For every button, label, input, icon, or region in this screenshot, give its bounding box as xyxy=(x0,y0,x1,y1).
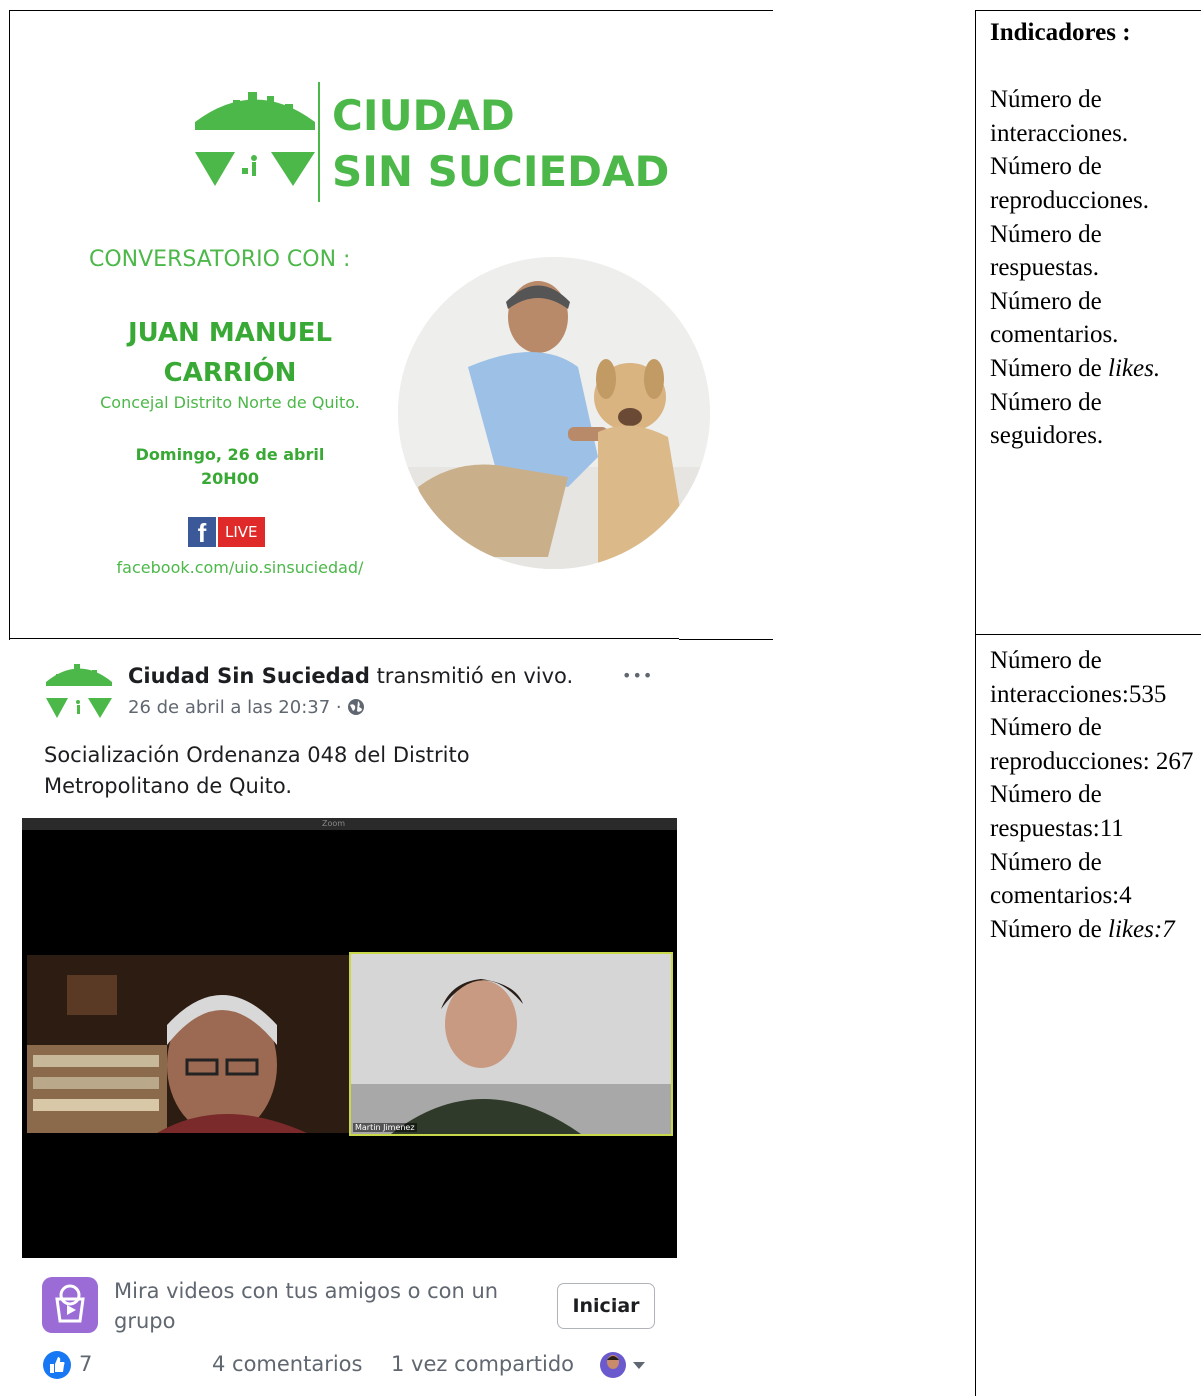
watch-together-text-line2: grupo xyxy=(114,1309,176,1333)
conversatorio-label: CONVERSATORIO CON : xyxy=(89,247,351,272)
post-timestamp: 26 de abril a las 20:37 · xyxy=(128,696,365,720)
live-label: LIVE xyxy=(218,517,265,547)
indicators-header: Indicadores : xyxy=(990,19,1131,46)
live-video-player[interactable]: Zoom Martin Jimenez xyxy=(22,818,677,1258)
table-column-divider xyxy=(975,10,976,1396)
popcorn-play-icon xyxy=(55,1284,85,1323)
indicator-comments-value: Número de comentarios:4 xyxy=(990,848,1132,910)
watch-together-text-line1: Mira videos con tus amigos o con un xyxy=(114,1279,499,1303)
event-poster: CIUDAD SIN SUCIEDAD CONVERSATORIO CON : … xyxy=(10,12,973,637)
indicator-likes-value: Número de likes:7 xyxy=(990,913,1200,947)
indicator-likes-prefix: Número de xyxy=(990,354,1102,382)
logo-divider xyxy=(318,82,320,202)
video-window-bar: Zoom xyxy=(22,818,677,830)
indicator-reproductions-value: Número de reproducciones: 267 xyxy=(990,714,1194,775)
table-top-border-right xyxy=(975,10,1201,11)
participant-tile-left xyxy=(27,955,349,1133)
post-header-title: Ciudad Sin Suciedad transmitió en vivo. xyxy=(128,662,573,690)
brand-line1: CIUDAD xyxy=(332,91,515,140)
post-caption-line1: Socialización Ordenanza 048 del Distrito xyxy=(44,743,470,767)
facebook-live-badge: f LIVE xyxy=(188,517,265,548)
more-options-button[interactable]: ••• xyxy=(622,666,653,685)
page-name-link[interactable]: Ciudad Sin Suciedad xyxy=(128,664,370,688)
watch-party-icon[interactable] xyxy=(42,1277,98,1333)
speaker-photo xyxy=(398,257,710,569)
watch-together-bar: Mira videos con tus amigos o con un grup… xyxy=(22,1265,677,1335)
indicator-likes: Número de likes. xyxy=(990,352,1200,386)
like-count[interactable]: 7 xyxy=(79,1349,92,1379)
table-row-divider-left xyxy=(9,638,679,639)
page-avatar-icon[interactable] xyxy=(44,658,114,720)
indicator-followers: Número de seguidores. xyxy=(990,388,1104,450)
share-avatar-selector[interactable] xyxy=(599,1350,651,1380)
user-avatar-icon xyxy=(600,1352,645,1378)
start-button[interactable]: Iniciar xyxy=(557,1283,655,1329)
indicators-bottom: Número de interacciones:535 Número de re… xyxy=(990,644,1200,946)
ciudad-sin-suciedad-logo-icon xyxy=(195,92,315,186)
facebook-url[interactable]: facebook.com/uio.sinsuciedad/ xyxy=(50,557,430,579)
indicator-interactions-value: Número de interacciones:535 xyxy=(990,647,1167,708)
like-reaction-icon[interactable] xyxy=(42,1350,72,1380)
facebook-post: Ciudad Sin Suciedad transmitió en vivo. … xyxy=(22,640,677,1396)
globe-icon xyxy=(348,699,365,715)
likes-word: likes. xyxy=(1108,354,1161,382)
speaker-role: Concejal Distrito Norte de Quito. xyxy=(100,393,360,412)
speaker-with-dog-illustration xyxy=(398,257,710,569)
participant-name-label: Martin Jimenez xyxy=(353,1123,417,1132)
participant-tile-right: Martin Jimenez xyxy=(349,952,673,1136)
indicator-likes-prefix: Número de xyxy=(990,915,1102,943)
indicator-reproductions: Número de reproducciones. xyxy=(990,153,1149,214)
brand-line2: SIN SUCIEDAD xyxy=(332,147,670,196)
shares-count[interactable]: 1 vez compartido xyxy=(391,1349,574,1379)
participant-right-video xyxy=(351,954,671,1134)
event-date: Domingo, 26 de abril xyxy=(135,445,325,464)
reactions-bar: 7 4 comentarios 1 vez compartido xyxy=(22,1345,677,1385)
indicator-responses: Número de respuestas. xyxy=(990,220,1102,282)
table-row-divider-right xyxy=(975,634,1201,635)
post-caption-line2: Metropolitano de Quito. xyxy=(44,774,293,798)
speaker-name-line2: CARRIÓN xyxy=(163,358,297,388)
speaker-name-line1: JUAN MANUEL xyxy=(127,318,333,348)
post-action: transmitió en vivo. xyxy=(376,664,574,688)
table-row-divider-mid xyxy=(679,639,773,640)
table-top-border xyxy=(9,10,773,11)
indicators-top: Indicadores : Número de interacciones. N… xyxy=(990,16,1200,453)
indicator-comments: Número de comentarios. xyxy=(990,287,1119,349)
facebook-icon: f xyxy=(188,517,216,548)
indicator-responses-value: Número de respuestas:11 xyxy=(990,781,1124,842)
video-window-title: Zoom xyxy=(322,819,346,828)
participant-left-video xyxy=(27,955,349,1133)
comments-count[interactable]: 4 comentarios xyxy=(212,1349,362,1379)
event-time: 20H00 xyxy=(201,469,259,488)
indicator-interactions: Número de interacciones. xyxy=(990,86,1129,147)
likes-value: likes:7 xyxy=(1108,915,1175,943)
timestamp-text[interactable]: 26 de abril a las 20:37 · xyxy=(128,697,342,718)
